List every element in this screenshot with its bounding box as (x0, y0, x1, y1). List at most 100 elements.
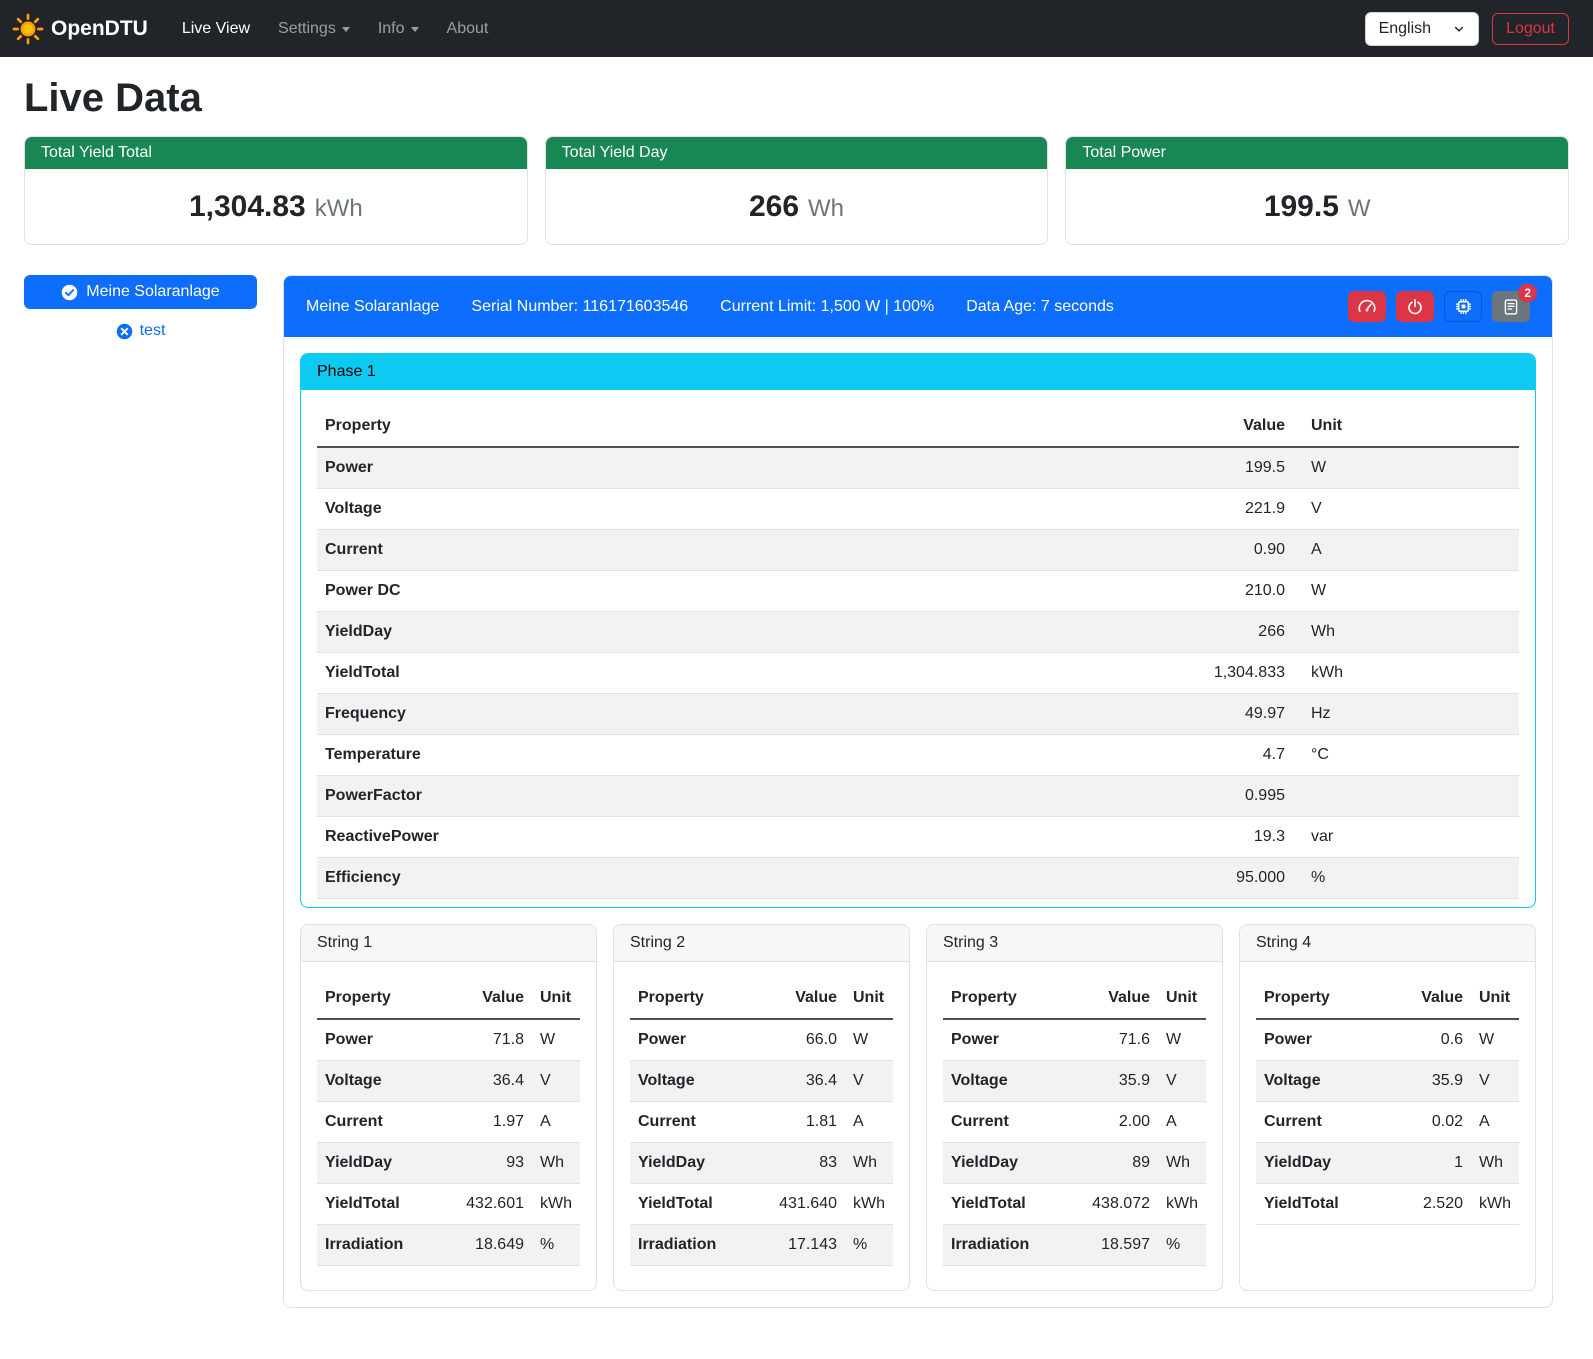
event-log-button[interactable]: 2 (1492, 291, 1530, 322)
value-cell: 18.649 (438, 1225, 532, 1266)
value-cell: 221.9 (881, 489, 1303, 530)
table-header-row: PropertyValueUnit (630, 978, 893, 1019)
language-select[interactable]: English (1365, 12, 1479, 46)
table-row: Irradiation18.597% (943, 1225, 1206, 1266)
property-cell: PowerFactor (317, 776, 881, 817)
table-header-row: PropertyValueUnit (1256, 978, 1519, 1019)
string-card: String 3PropertyValueUnitPower71.6WVolta… (926, 924, 1223, 1291)
unit-cell (1303, 776, 1519, 817)
column-header: Property (317, 978, 438, 1019)
content-row: Meine Solaranlage test Meine Solaranlage… (24, 275, 1569, 1308)
event-count-badge: 2 (1518, 284, 1537, 302)
logout-button[interactable]: Logout (1492, 13, 1569, 45)
power-button[interactable] (1396, 291, 1434, 322)
table-row: YieldDay266Wh (317, 612, 1519, 653)
unit-cell: V (845, 1061, 893, 1102)
table-row: Current0.90A (317, 530, 1519, 571)
value-cell: 36.4 (438, 1061, 532, 1102)
unit-cell: W (1158, 1019, 1206, 1061)
summary-cards-row: Total Yield Total 1,304.83kWh Total Yiel… (24, 136, 1569, 245)
unit-cell: V (1303, 489, 1519, 530)
card-title: Total Power (1066, 137, 1568, 169)
value-cell: 1.97 (438, 1102, 532, 1143)
column-header: Value (1064, 978, 1158, 1019)
column-header: Value (881, 406, 1303, 447)
value-cell: 17.143 (751, 1225, 845, 1266)
language-selected-value: English (1379, 20, 1431, 38)
property-cell: YieldDay (1256, 1143, 1387, 1184)
table-header-row: PropertyValueUnit (317, 978, 580, 1019)
value-cell: 1,304.833 (881, 653, 1303, 694)
unit-cell: Wh (1471, 1143, 1519, 1184)
value-cell: 66.0 (751, 1019, 845, 1061)
unit-cell: A (532, 1102, 580, 1143)
value-cell: 35.9 (1387, 1061, 1471, 1102)
property-cell: Voltage (943, 1061, 1064, 1102)
unit-cell: W (532, 1019, 580, 1061)
gauge-icon (1357, 297, 1377, 317)
device-info-button[interactable] (1444, 291, 1482, 322)
unit-cell: Wh (1303, 612, 1519, 653)
string-card: String 2PropertyValueUnitPower66.0WVolta… (613, 924, 910, 1291)
column-header: Unit (845, 978, 893, 1019)
property-cell: Power (317, 1019, 438, 1061)
property-cell: Power (1256, 1019, 1387, 1061)
column-header: Property (317, 406, 881, 447)
table-row: YieldTotal432.601kWh (317, 1184, 580, 1225)
nav-item-settings[interactable]: Settings (266, 12, 362, 46)
x-circle-icon (116, 323, 133, 340)
inverter-limit: Current Limit: 1,500 W | 100% (720, 298, 934, 316)
value-cell: 0.90 (881, 530, 1303, 571)
property-cell: Power (943, 1019, 1064, 1061)
string-card: String 1PropertyValueUnitPower71.8WVolta… (300, 924, 597, 1291)
property-cell: YieldDay (317, 1143, 438, 1184)
string-card: String 4PropertyValueUnitPower0.6WVoltag… (1239, 924, 1536, 1291)
brand-link[interactable]: OpenDTU (12, 13, 148, 45)
column-header: Unit (532, 978, 580, 1019)
property-cell: YieldDay (317, 612, 881, 653)
table-row: Voltage221.9V (317, 489, 1519, 530)
string-table: PropertyValueUnitPower66.0WVoltage36.4VC… (630, 978, 893, 1266)
unit-cell: A (1471, 1102, 1519, 1143)
property-cell: Irradiation (630, 1225, 751, 1266)
unit-cell: kWh (532, 1184, 580, 1225)
unit-cell: % (845, 1225, 893, 1266)
value-cell: 83 (751, 1143, 845, 1184)
table-row: Voltage36.4V (317, 1061, 580, 1102)
table-row: Temperature4.7°C (317, 735, 1519, 776)
chevron-down-icon (342, 27, 350, 32)
table-row: Power71.6W (943, 1019, 1206, 1061)
column-header: Unit (1471, 978, 1519, 1019)
unit-cell: W (1303, 447, 1519, 489)
card-value-area: 1,304.83kWh (25, 169, 527, 244)
sidebar-item-test[interactable]: test (116, 322, 166, 340)
unit-cell: % (1158, 1225, 1206, 1266)
property-cell: Frequency (317, 694, 881, 735)
sidebar-item-meine-solaranlage[interactable]: Meine Solaranlage (24, 275, 257, 309)
card-title: Total Yield Day (546, 137, 1048, 169)
unit-cell: Wh (1158, 1143, 1206, 1184)
card-unit: Wh (808, 195, 844, 222)
page-title: Live Data (24, 76, 1569, 121)
value-cell: 71.8 (438, 1019, 532, 1061)
card-unit: kWh (315, 195, 363, 222)
value-cell: 210.0 (881, 571, 1303, 612)
table-row: YieldDay93Wh (317, 1143, 580, 1184)
property-cell: YieldTotal (943, 1184, 1064, 1225)
unit-cell: V (532, 1061, 580, 1102)
property-cell: Irradiation (317, 1225, 438, 1266)
property-cell: Current (1256, 1102, 1387, 1143)
unit-cell: var (1303, 817, 1519, 858)
unit-cell: W (1471, 1019, 1519, 1061)
table-row: Power71.8W (317, 1019, 580, 1061)
table-row: Voltage36.4V (630, 1061, 893, 1102)
property-cell: Efficiency (317, 858, 881, 899)
nav-item-live-view[interactable]: Live View (170, 12, 262, 46)
limit-settings-button[interactable] (1348, 291, 1386, 322)
nav-item-about[interactable]: About (435, 12, 501, 46)
value-cell: 35.9 (1064, 1061, 1158, 1102)
unit-cell: Wh (845, 1143, 893, 1184)
phase-table: PropertyValueUnitPower199.5WVoltage221.9… (317, 406, 1519, 899)
value-cell: 2.520 (1387, 1184, 1471, 1225)
nav-item-info[interactable]: Info (366, 12, 431, 46)
